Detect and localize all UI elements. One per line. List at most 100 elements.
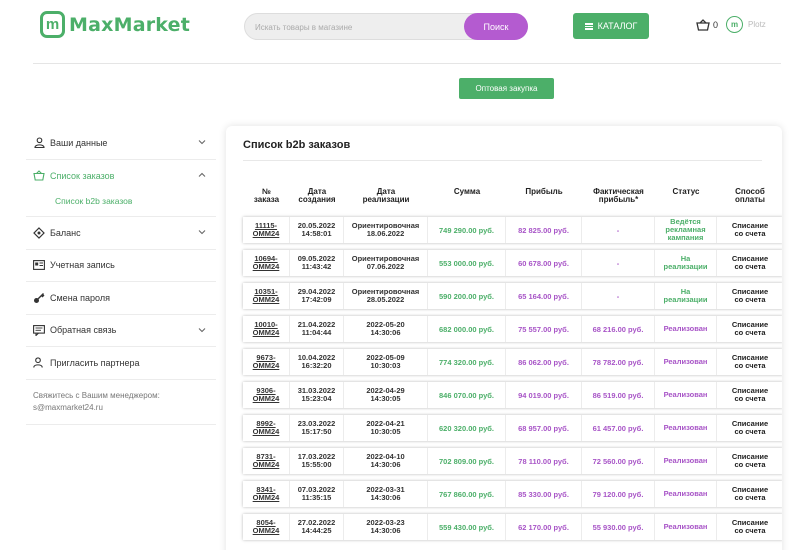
status-badge: Реализован — [655, 481, 717, 507]
payment-method-cell: Списание со счета — [717, 415, 782, 441]
actual-profit-cell: 68 216.00 руб. — [582, 316, 655, 342]
status-line: Реализован — [663, 357, 708, 366]
logo[interactable]: m MaxMarket — [40, 11, 190, 38]
order-number-cell[interactable]: 9673- OMM24 — [243, 349, 290, 375]
status-badge: На реализации — [655, 283, 717, 309]
order-number-link[interactable]: OMM24 — [253, 494, 280, 502]
order-number-link[interactable]: OMM24 — [253, 263, 280, 271]
order-number-cell[interactable]: 9306- OMM24 — [243, 382, 290, 408]
wholesale-button[interactable]: Оптовая закупка — [459, 78, 554, 99]
order-number-link[interactable]: OMM24 — [253, 461, 280, 469]
payment-method-line2: со счета — [734, 460, 766, 469]
realization-date-cell: 2022-03-31 14:30:06 — [344, 481, 428, 507]
actual-profit-cell: 61 457.00 руб. — [582, 415, 655, 441]
sidebar-item-feedback[interactable]: Обратная связь — [26, 315, 216, 347]
order-number-link[interactable]: OMM24 — [253, 362, 280, 370]
realization-date-line2: 28.05.2022 — [366, 295, 405, 304]
sum-cell: 620 320.00 руб. — [428, 415, 506, 441]
realization-date-cell: Ориентировочная 07.06.2022 — [344, 250, 428, 276]
header-actual-profit: Фактическая прибыль* — [582, 188, 655, 204]
payment-method-cell: Списание со счета — [717, 217, 782, 243]
user-add-icon — [33, 357, 45, 369]
order-number-cell[interactable]: 10010- OMM24 — [243, 316, 290, 342]
realization-date-cell: Ориентировочная 18.06.2022 — [344, 217, 428, 243]
created-date-cell: 09.05.2022 11:43:42 — [290, 250, 344, 276]
sidebar-item-label: Список заказов — [50, 170, 115, 181]
order-number-link[interactable]: OMM24 — [253, 395, 280, 403]
table-header: № заказа Дата создания Дата реализации С… — [243, 188, 782, 212]
created-time: 15:23:04 — [301, 394, 332, 403]
profit-cell: 65 164.00 руб. — [506, 283, 582, 309]
table-row: 8731- OMM24 17.03.2022 15:55:00 2022-04-10 14… — [243, 448, 782, 474]
sidebar-item-orders[interactable]: Список заказов — [26, 160, 216, 193]
basket-icon — [696, 19, 710, 31]
order-number-cell[interactable]: 11115- OMM24 — [243, 217, 290, 243]
order-number-cell[interactable]: 8054- OMM24 — [243, 514, 290, 540]
created-date-cell: 29.04.2022 17:42:09 — [290, 283, 344, 309]
order-number-cell[interactable]: 10694- OMM24 — [243, 250, 290, 276]
manager-email-link[interactable]: s@maxmarket24.ru — [33, 402, 209, 414]
table-row: 8341- OMM24 07.03.2022 11:35:15 2022-03-31 14… — [243, 481, 782, 507]
status-line: кампания — [667, 233, 704, 242]
title-divider — [243, 160, 762, 161]
order-number-link[interactable]: OMM24 — [253, 230, 280, 238]
avatar[interactable]: m — [726, 16, 743, 33]
payment-method-cell: Списание со счета — [717, 250, 782, 276]
search-input[interactable] — [255, 20, 455, 35]
header-created-date: Дата создания — [290, 188, 344, 204]
header-line: создания — [298, 195, 336, 204]
status-badge: Реализован — [655, 448, 717, 474]
status-badge: Реализован — [655, 349, 717, 375]
order-number-cell[interactable]: 8992- OMM24 — [243, 415, 290, 441]
sidebar-item-balance[interactable]: Баланс — [26, 217, 216, 250]
logo-text: MaxMarket — [69, 13, 190, 36]
order-number-link[interactable]: OMM24 — [253, 428, 280, 436]
sidebar-item-account[interactable]: Учетная запись — [26, 250, 216, 282]
header-line: заказа — [253, 195, 280, 204]
order-number-link[interactable]: OMM24 — [253, 527, 280, 535]
cart-button[interactable]: 0 — [696, 19, 718, 31]
chat-icon — [33, 324, 45, 336]
created-time: 14:58:01 — [301, 229, 332, 238]
order-number-link[interactable]: OMM24 — [253, 296, 280, 304]
sidebar-item-invite-partner[interactable]: Пригласить партнера — [26, 347, 216, 380]
status-badge: Реализован — [655, 382, 717, 408]
chevron-down-icon — [198, 230, 206, 235]
profit-cell: 60 678.00 руб. — [506, 250, 582, 276]
user-name[interactable]: Plotz — [748, 20, 766, 29]
sum-cell: 767 860.00 руб. — [428, 481, 506, 507]
sidebar-item-label: Обратная связь — [50, 325, 117, 336]
order-number-cell[interactable]: 8731- OMM24 — [243, 448, 290, 474]
actual-profit-cell: - — [582, 250, 655, 276]
payment-method-line2: со счета — [734, 361, 766, 370]
search-button[interactable]: Поиск — [464, 13, 528, 40]
chevron-down-icon — [198, 327, 206, 332]
payment-method-line2: со счета — [734, 493, 766, 502]
sidebar-item-change-password[interactable]: Смена пароля — [26, 282, 216, 315]
sidebar-item-label: Баланс — [50, 227, 81, 238]
catalog-button[interactable]: КАТАЛОГ — [573, 13, 649, 39]
created-time: 15:55:00 — [301, 460, 332, 469]
sidebar-item-your-data[interactable]: Ваши данные — [26, 127, 216, 160]
menu-icon — [584, 22, 593, 30]
profit-cell: 75 557.00 руб. — [506, 316, 582, 342]
order-number-cell[interactable]: 8341- OMM24 — [243, 481, 290, 507]
status-badge: Реализован — [655, 514, 717, 540]
realization-date-line2: 10:30:03 — [370, 361, 401, 370]
orders-card: Список b2b заказов № заказа Дата создани… — [226, 126, 782, 550]
created-date-cell: 21.04.2022 11:04:44 — [290, 316, 344, 342]
order-number-cell[interactable]: 10351- OMM24 — [243, 283, 290, 309]
payment-method-line2: со счета — [734, 229, 766, 238]
sidebar: Ваши данные Список заказов Список b2b за… — [26, 127, 216, 425]
status-line: Реализован — [663, 456, 708, 465]
sidebar-subitem-b2b-orders[interactable]: Список b2b заказов — [26, 192, 216, 217]
table-row: 9306- OMM24 31.03.2022 15:23:04 2022-04-29 14… — [243, 382, 782, 408]
page-title: Список b2b заказов — [243, 139, 351, 151]
created-date-cell: 23.03.2022 15:17:50 — [290, 415, 344, 441]
order-number-link[interactable]: OMM24 — [253, 329, 280, 337]
header-profit: Прибыль — [506, 188, 582, 196]
profit-cell: 68 957.00 руб. — [506, 415, 582, 441]
actual-profit-cell: 55 930.00 руб. — [582, 514, 655, 540]
header-line: Статус — [672, 187, 700, 196]
cart-count: 0 — [713, 20, 719, 30]
